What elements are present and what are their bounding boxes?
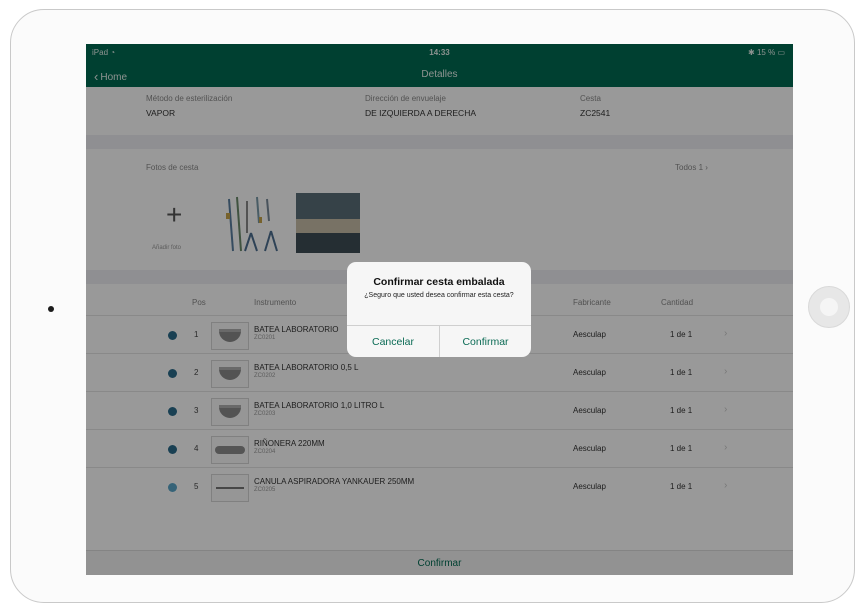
confirm-alert: Confirmar cesta embalada ¿Seguro que ust…	[347, 262, 531, 357]
home-button[interactable]	[808, 286, 850, 328]
home-button-inner	[820, 298, 838, 316]
alert-cancel-button[interactable]: Cancelar	[347, 326, 439, 357]
alert-buttons: Cancelar Confirmar	[347, 325, 531, 357]
alert-title: Confirmar cesta embalada	[373, 276, 505, 288]
alert-confirm-button[interactable]: Confirmar	[439, 326, 531, 357]
camera-dot	[48, 306, 54, 312]
alert-message: ¿Seguro que usted desea confirmar esta c…	[364, 292, 514, 299]
screen: iPad ◔ 14:33 ✱ 15 % ▭ ‹ Home Detalles Mét…	[86, 44, 793, 575]
